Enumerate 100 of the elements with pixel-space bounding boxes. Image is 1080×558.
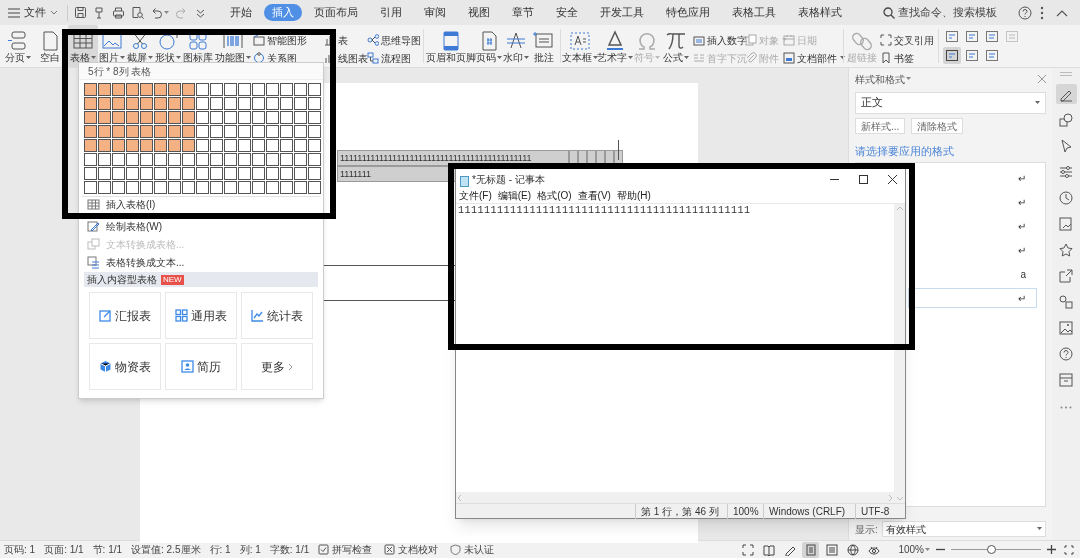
panel-button[interactable]: 清除格式 (911, 118, 964, 134)
zoom-in-icon[interactable] (1047, 545, 1056, 554)
fit-window-icon[interactable] (1064, 544, 1074, 555)
ribbon-button[interactable]: 交叉引用 (880, 33, 934, 47)
grid-cell[interactable] (280, 167, 293, 180)
style-entry[interactable]: ↵ (908, 288, 1037, 308)
grid-cell[interactable] (266, 83, 279, 96)
grid-cell[interactable] (182, 125, 195, 138)
grid-cell[interactable] (196, 139, 209, 152)
ribbon-button[interactable]: 水印 (502, 25, 530, 67)
grid-cell[interactable] (112, 153, 125, 166)
grid-cell[interactable] (126, 181, 139, 194)
grid-cell[interactable] (280, 111, 293, 124)
grid-cell[interactable] (308, 167, 321, 180)
grid-cell[interactable] (84, 167, 97, 180)
grid-cell[interactable] (168, 167, 181, 180)
ribbon-button[interactable]: 流程图 (367, 51, 411, 65)
show-dropdown[interactable]: 有效样式 (881, 521, 1046, 537)
ribbon-button[interactable]: 页眉和页脚 (426, 25, 476, 67)
ribbon-button[interactable]: 页码 (476, 25, 502, 67)
grid-cell[interactable] (294, 83, 307, 96)
grid-cell[interactable] (210, 97, 223, 110)
grid-cell[interactable] (84, 153, 97, 166)
grid-cell[interactable] (84, 83, 97, 96)
ribbon-tab[interactable]: 页面布局 (304, 4, 368, 21)
more-templates-button[interactable]: 更多 (241, 343, 313, 390)
grid-cell[interactable] (154, 83, 167, 96)
grid-cell[interactable] (182, 139, 195, 152)
grid-cell[interactable] (308, 139, 321, 152)
globe-button[interactable] (844, 541, 862, 558)
grid-cell[interactable] (154, 111, 167, 124)
grid-cell[interactable] (294, 125, 307, 138)
grid-cell[interactable] (154, 139, 167, 152)
grid-cell[interactable] (112, 139, 125, 152)
search-field[interactable]: 查找命令、搜索模板 (883, 3, 1010, 22)
grid-cell[interactable] (154, 181, 167, 194)
panel-button[interactable]: 新样式... (855, 118, 906, 134)
grid-cell[interactable] (294, 153, 307, 166)
grid-cell[interactable] (238, 125, 251, 138)
style-dropdown[interactable]: 正文 (855, 92, 1046, 114)
text-area[interactable]: 111111111111111111111111111111111111111111111 (456, 204, 894, 492)
grid-cell[interactable] (168, 181, 181, 194)
grid-cell[interactable] (182, 83, 195, 96)
grid-cell[interactable] (84, 125, 97, 138)
ribbon-button[interactable]: 智能图形 (253, 33, 307, 47)
grid-cell[interactable] (98, 139, 111, 152)
ribbon-tab[interactable]: 特色应用 (656, 4, 720, 21)
ribbon-button[interactable]: 表 (324, 33, 348, 47)
menu-item[interactable]: 编辑(E) (497, 190, 532, 202)
ribbon-button[interactable]: 书签 (880, 51, 914, 65)
grid-cell[interactable] (266, 111, 279, 124)
grid-cell[interactable] (140, 153, 153, 166)
grid-cell[interactable] (84, 181, 97, 194)
grid-cell[interactable] (210, 181, 223, 194)
grid-cell[interactable] (308, 181, 321, 194)
template-card[interactable]: 统计表 (241, 292, 313, 339)
help-icon[interactable] (1018, 5, 1032, 20)
status-button[interactable]: 未认证 (450, 542, 495, 557)
style-entry[interactable]: ↵ (908, 240, 1037, 260)
close-icon[interactable] (1038, 75, 1046, 83)
grid-cell[interactable] (154, 125, 167, 138)
grid-cell[interactable] (98, 181, 111, 194)
grid-cell[interactable] (224, 125, 237, 138)
grid-cell[interactable] (196, 83, 209, 96)
grid-cell[interactable] (112, 111, 125, 124)
grid-cell[interactable] (140, 125, 153, 138)
grid-cell[interactable] (224, 153, 237, 166)
grid-cell[interactable] (168, 139, 181, 152)
zoom-slider-thumb[interactable] (987, 545, 996, 554)
grid-cell[interactable] (84, 111, 97, 124)
grid-cell[interactable] (140, 167, 153, 180)
grid-cell[interactable] (280, 153, 293, 166)
ribbon-tab[interactable]: 开发工具 (590, 4, 654, 21)
menu-item[interactable]: 插入表格(I) (79, 197, 323, 212)
grid-cell[interactable] (308, 111, 321, 124)
ribbon-button[interactable]: 文本框 (563, 25, 597, 67)
grid-cell[interactable] (196, 111, 209, 124)
grid-cell[interactable] (252, 111, 265, 124)
grid-cell[interactable] (294, 139, 307, 152)
grid-cell[interactable] (210, 139, 223, 152)
ribbon-tab[interactable]: 审阅 (414, 4, 456, 21)
grid-cell[interactable] (252, 83, 265, 96)
grid-cell[interactable] (154, 153, 167, 166)
grid-cell[interactable] (238, 167, 251, 180)
grid-cell[interactable] (126, 153, 139, 166)
grid-cell[interactable] (266, 153, 279, 166)
grid-cell[interactable] (266, 181, 279, 194)
grid-cell[interactable] (154, 167, 167, 180)
template-card[interactable]: 汇报表 (89, 292, 161, 339)
collapse-icon[interactable] (1056, 8, 1068, 17)
grid-cell[interactable] (126, 139, 139, 152)
grid-cell[interactable] (112, 125, 125, 138)
template-card[interactable]: 物资表 (89, 343, 161, 390)
grid-cell[interactable] (238, 111, 251, 124)
grid-cell[interactable] (84, 139, 97, 152)
ribbon-button[interactable]: 线图表 (324, 51, 368, 65)
grid-cell[interactable] (126, 83, 139, 96)
grid-cell[interactable] (140, 111, 153, 124)
style-entry[interactable]: ↵ (908, 216, 1037, 236)
grid-cell[interactable] (294, 111, 307, 124)
